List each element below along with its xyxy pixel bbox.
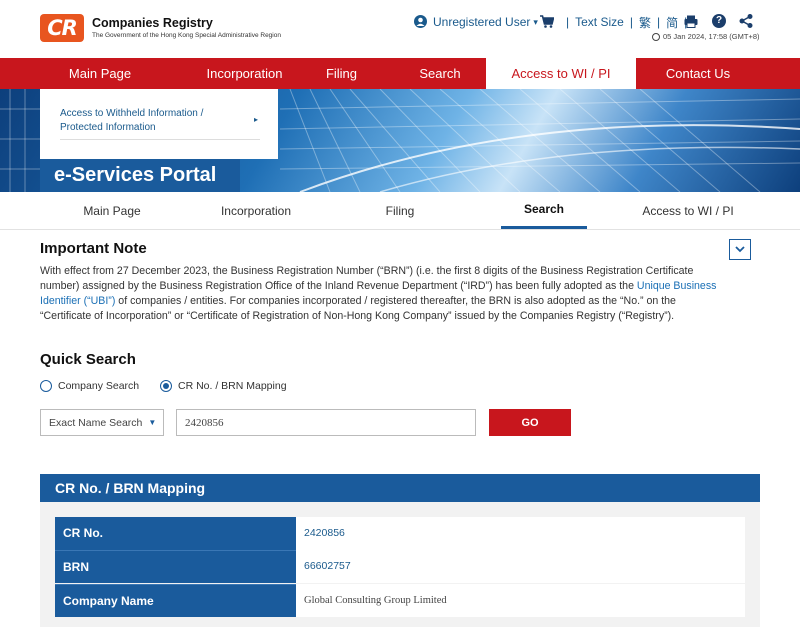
sub-nav-filing[interactable]: Filing <box>360 192 440 229</box>
important-note-title: Important Note <box>40 240 147 257</box>
user-menu[interactable]: Unregistered User ▾ <box>433 14 538 30</box>
collapse-toggle-button[interactable] <box>729 239 751 260</box>
portal-title: e-Services Portal <box>40 159 240 192</box>
lang-traditional-link[interactable]: 繁 <box>639 14 651 31</box>
search-input[interactable] <box>176 409 476 436</box>
sub-nav-incorporation[interactable]: Incorporation <box>202 192 310 229</box>
divider <box>60 139 260 140</box>
caret-down-icon: ▼ <box>148 418 157 427</box>
share-icon[interactable] <box>739 14 753 28</box>
result-table: CR No. 2420856 BRN 66602757 Company Name… <box>40 502 760 627</box>
main-nav-contact-us[interactable]: Contact Us <box>636 58 760 89</box>
sub-nav: Main Page Incorporation Filing Search Ac… <box>0 192 800 230</box>
main-nav: Main Page Incorporation Filing Search Ac… <box>0 58 800 89</box>
cart-icon[interactable] <box>540 15 554 28</box>
note-text: With effect from 27 December 2023, the B… <box>40 265 694 292</box>
radio-company-search[interactable]: Company Search <box>40 380 139 392</box>
chevron-right-icon[interactable]: ▸ <box>254 115 258 124</box>
row-label: BRN <box>55 550 296 583</box>
separator: | <box>566 15 570 29</box>
radio-crno-brn-mapping[interactable]: CR No. / BRN Mapping <box>160 380 287 392</box>
sub-nav-main-page[interactable]: Main Page <box>62 192 162 229</box>
radio-label: CR No. / BRN Mapping <box>178 380 287 392</box>
important-note-body: With effect from 27 December 2023, the B… <box>40 264 725 324</box>
quick-search-title: Quick Search <box>40 351 136 368</box>
withheld-info-panel: Access to Withheld Information / Protect… <box>40 89 278 159</box>
radio-unchecked-icon <box>40 380 52 392</box>
chevron-down-icon: ▾ <box>533 16 538 27</box>
main-nav-incorporation[interactable]: Incorporation <box>200 58 289 89</box>
lang-simplified-link[interactable]: 简 <box>666 14 678 31</box>
main-nav-filing[interactable]: Filing <box>289 58 394 89</box>
cr-no-value: 2420856 <box>296 517 745 550</box>
note-text: of companies / entities. For companies i… <box>40 295 676 322</box>
help-icon[interactable]: ? <box>712 14 726 28</box>
table-row: CR No. 2420856 <box>55 517 745 550</box>
brand-title: Companies Registry <box>92 16 213 30</box>
brand-subtitle: The Government of the Hong Kong Special … <box>92 32 281 39</box>
clock-icon <box>652 32 660 41</box>
row-label: Company Name <box>55 584 296 617</box>
banner: Access to Withheld Information / Protect… <box>0 89 800 192</box>
row-label: CR No. <box>55 517 296 550</box>
table-row: Company Name Global Consulting Group Lim… <box>55 584 745 617</box>
sub-nav-access-wi-pi[interactable]: Access to WI / PI <box>628 192 748 229</box>
user-label: Unregistered User <box>433 15 531 29</box>
datetime-text: 05 Jan 2024, 17:58 (GMT+8) <box>663 32 760 41</box>
separator: | <box>629 15 633 29</box>
withheld-info-link[interactable]: Access to Withheld Information / Protect… <box>60 107 230 135</box>
print-icon[interactable] <box>684 15 698 28</box>
separator: | <box>656 15 661 29</box>
main-nav-search[interactable]: Search <box>394 58 486 89</box>
company-name-value: Global Consulting Group Limited <box>296 584 745 617</box>
radio-label: Company Search <box>58 380 140 392</box>
user-icon[interactable] <box>414 15 427 28</box>
result-header: CR No. / BRN Mapping <box>40 474 760 502</box>
main-nav-main-page[interactable]: Main Page <box>0 58 200 89</box>
top-bar: CR Companies Registry The Government of … <box>0 0 800 58</box>
cr-logo[interactable]: CR <box>40 14 84 42</box>
search-type-select[interactable]: Exact Name Search ▼ <box>40 409 164 436</box>
text-size-group: | Text Size | 繁 | 简 | <box>566 14 687 30</box>
select-value: Exact Name Search <box>49 416 143 429</box>
table-row: BRN 66602757 <box>55 550 745 583</box>
chevron-down-icon <box>735 246 745 253</box>
go-button[interactable]: GO <box>489 409 571 436</box>
main-nav-access-wi-pi[interactable]: Access to WI / PI <box>486 58 636 89</box>
radio-checked-icon <box>160 380 172 392</box>
sub-nav-search[interactable]: Search <box>501 192 587 229</box>
brn-value: 66602757 <box>296 550 745 583</box>
text-size-link[interactable]: Text Size <box>575 15 624 29</box>
datetime-display: 05 Jan 2024, 17:58 (GMT+8) <box>652 32 760 41</box>
